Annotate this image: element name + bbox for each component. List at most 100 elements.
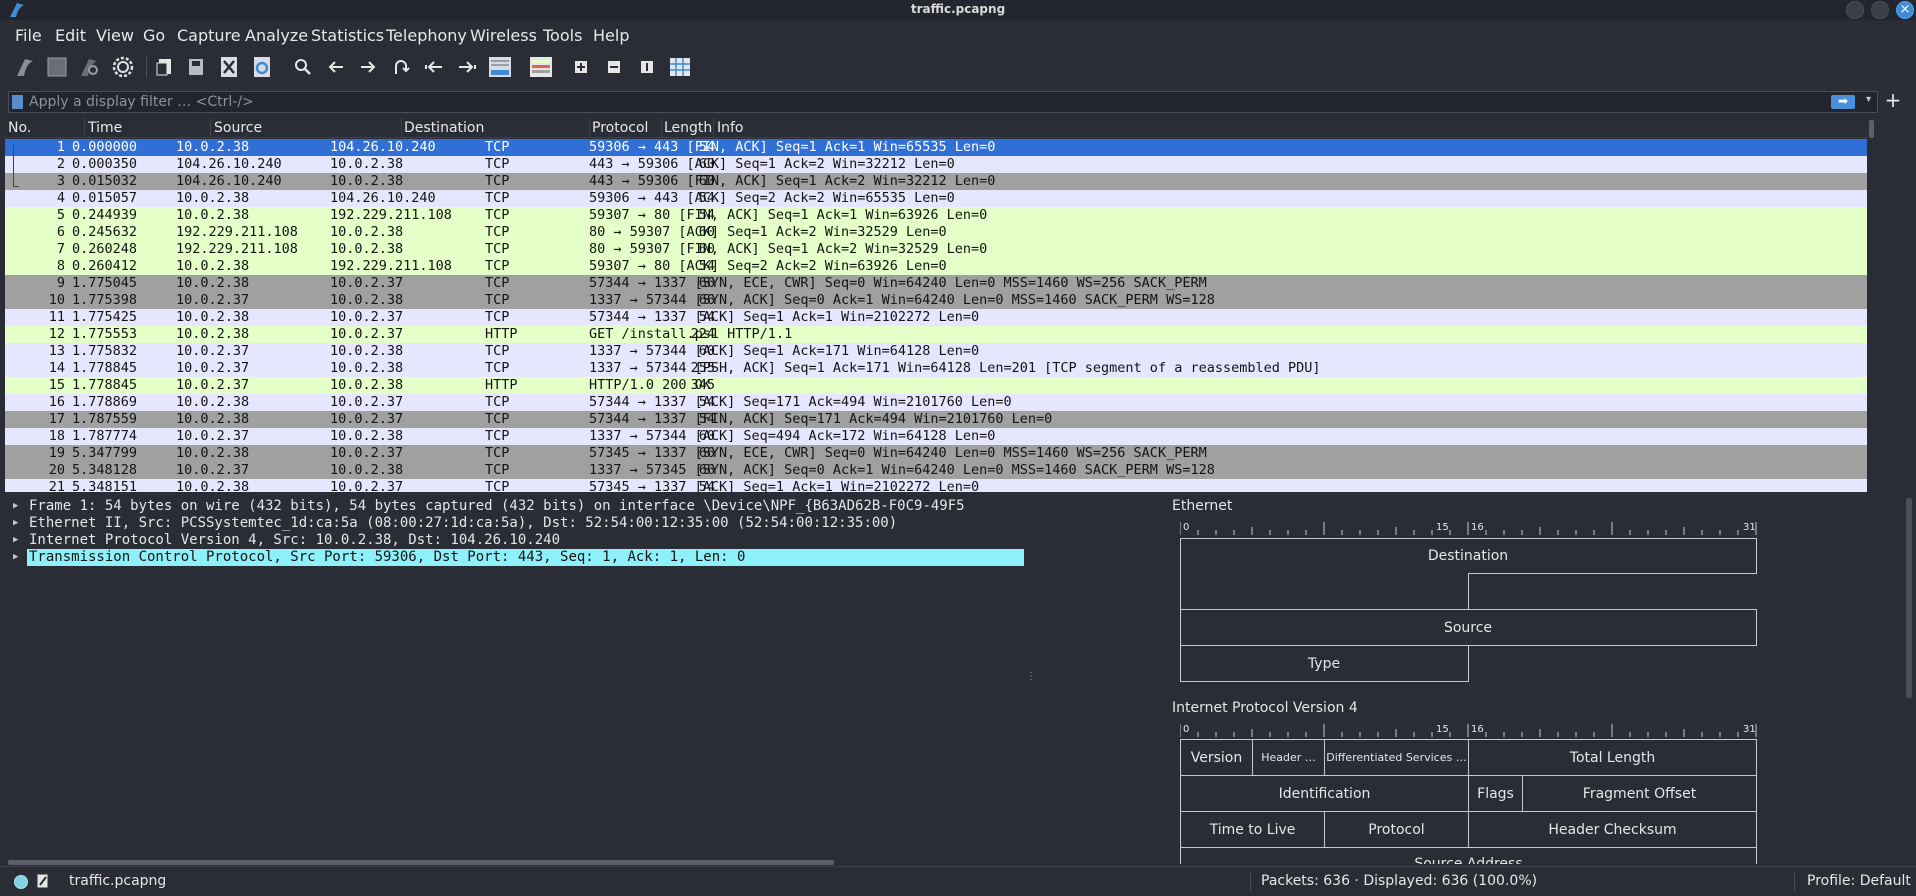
status-profile[interactable]: Profile: Default xyxy=(1807,873,1911,889)
field-protocol[interactable]: Protocol xyxy=(1324,811,1469,848)
field-fragment-offset[interactable]: Fragment Offset xyxy=(1522,775,1757,812)
column-header-info[interactable]: Info xyxy=(717,120,744,136)
filter-bookmark-icon[interactable] xyxy=(12,95,23,109)
go-first-packet-icon[interactable] xyxy=(421,54,447,80)
expand-arrow-icon[interactable]: ▶ xyxy=(13,549,18,566)
expand-arrow-icon[interactable]: ▶ xyxy=(13,498,18,515)
menu-edit[interactable]: Edit xyxy=(55,26,86,45)
field-time-to-live[interactable]: Time to Live xyxy=(1180,811,1325,848)
packet-row[interactable]: 3 0.015032 104.26.10.240 10.0.2.38 TCP 60 443 … xyxy=(5,173,1867,190)
menu-tools[interactable]: Tools xyxy=(543,26,582,45)
packet-row[interactable]: 11 1.775425 10.0.2.38 10.0.2.37 TCP 54 57344 →… xyxy=(5,309,1867,326)
column-header-time[interactable]: Time xyxy=(88,120,122,136)
menu-capture[interactable]: Capture xyxy=(177,26,241,45)
column-header-length[interactable]: Length xyxy=(664,120,712,136)
tree-item-ethernet[interactable]: ▶ Ethernet II, Src: PCSSystemtec_1d:ca:5… xyxy=(5,515,1025,532)
find-packet-search-icon[interactable] xyxy=(290,54,316,80)
packet-row[interactable]: 10 1.775398 10.0.2.37 10.0.2.38 TCP 66 1337 → … xyxy=(5,292,1867,309)
field-identification[interactable]: Identification xyxy=(1180,775,1469,812)
colorize-packet-list-icon[interactable] xyxy=(528,54,554,80)
packet-row[interactable]: 12 1.775553 10.0.2.38 10.0.2.37 HTTP 224 GET /… xyxy=(5,326,1867,343)
field-version[interactable]: Version xyxy=(1180,739,1253,776)
resize-columns-icon[interactable] xyxy=(667,54,693,80)
field-flags[interactable]: Flags xyxy=(1468,775,1523,812)
packet-row[interactable]: 5 0.244939 10.0.2.38 192.229.211.108 TCP 54 59… xyxy=(5,207,1867,224)
packet-row[interactable]: 15 1.778845 10.0.2.37 10.0.2.38 HTTP 345 HTTP/… xyxy=(5,377,1867,394)
go-last-packet-icon[interactable] xyxy=(454,54,480,80)
packet-protocol: HTTP xyxy=(485,377,518,393)
tree-item-frame[interactable]: ▶ Frame 1: 54 bytes on wire (432 bits), … xyxy=(5,498,1025,515)
packet-row[interactable]: 6 0.245632 192.229.211.108 10.0.2.38 TCP 60 80… xyxy=(5,224,1867,241)
go-back-arrow-icon[interactable] xyxy=(323,54,349,80)
packet-list-scrollbar[interactable] xyxy=(1868,118,1876,492)
packet-row[interactable]: 16 1.778869 10.0.2.38 10.0.2.37 TCP 54 57344 →… xyxy=(5,394,1867,411)
packet-info: 59307 → 80 [ACK] Seq=2 Ack=2 Win=63926 L… xyxy=(589,258,947,274)
expand-arrow-icon[interactable]: ▶ xyxy=(13,532,18,549)
packet-row[interactable]: 7 0.260248 192.229.211.108 10.0.2.38 TCP 60 80… xyxy=(5,241,1867,258)
field-total-length[interactable]: Total Length xyxy=(1468,739,1757,776)
field-header-checksum[interactable]: Header Checksum xyxy=(1468,811,1757,848)
packet-row[interactable]: 8 0.260412 10.0.2.38 192.229.211.108 TCP 54 59… xyxy=(5,258,1867,275)
column-header-source[interactable]: Source xyxy=(214,120,262,136)
filter-history-dropdown-icon[interactable]: ▾ xyxy=(1866,94,1871,105)
go-forward-arrow-icon[interactable] xyxy=(355,54,381,80)
open-file-icon[interactable] xyxy=(152,54,178,80)
column-header-destination[interactable]: Destination xyxy=(404,120,484,136)
packet-row[interactable]: 2 0.000350 104.26.10.240 10.0.2.38 TCP 60 443 … xyxy=(5,156,1867,173)
apply-filter-arrow-icon[interactable]: ➡ xyxy=(1831,95,1855,109)
field-source-address[interactable]: Source Address xyxy=(1180,847,1757,864)
menu-wireless[interactable]: Wireless xyxy=(470,26,537,45)
tree-item-tcp[interactable]: ▶ Transmission Control Protocol, Src Por… xyxy=(5,549,1025,566)
details-horizontal-scrollbar[interactable] xyxy=(8,860,834,865)
packet-destination: 10.0.2.38 xyxy=(330,241,404,257)
autoscroll-icon[interactable] xyxy=(487,54,513,80)
field-dscp[interactable]: Differentiated Services … xyxy=(1324,739,1469,776)
stop-capture-icon[interactable] xyxy=(44,54,70,80)
start-capture-icon[interactable] xyxy=(12,54,38,80)
close-file-icon[interactable] xyxy=(216,54,242,80)
packet-destination: 10.0.2.37 xyxy=(330,309,404,325)
close-button[interactable]: × xyxy=(1896,1,1914,19)
normal-size-icon[interactable] xyxy=(634,54,660,80)
menu-statistics[interactable]: Statistics xyxy=(311,26,384,45)
restart-capture-icon[interactable] xyxy=(76,54,102,80)
field-source[interactable]: Source xyxy=(1180,620,1756,636)
expand-arrow-icon[interactable]: ▶ xyxy=(13,515,18,532)
add-filter-button-plus-icon[interactable]: + xyxy=(1882,89,1904,111)
capture-comment-edit-icon[interactable] xyxy=(37,874,49,889)
field-type[interactable]: Type xyxy=(1180,656,1468,672)
packet-row[interactable]: 9 1.775045 10.0.2.38 10.0.2.37 TCP 66 57344 → … xyxy=(5,275,1867,292)
diagram-scrollbar[interactable] xyxy=(1906,498,1912,698)
packet-row[interactable]: 19 5.347799 10.0.2.38 10.0.2.37 TCP 66 57345 →… xyxy=(5,445,1867,462)
reload-file-icon[interactable] xyxy=(249,54,275,80)
field-destination[interactable]: Destination xyxy=(1180,548,1756,564)
display-filter-input[interactable] xyxy=(29,93,1809,111)
column-header-protocol[interactable]: Protocol xyxy=(592,120,648,136)
packet-row[interactable]: 4 0.015057 10.0.2.38 104.26.10.240 TCP 54 5930… xyxy=(5,190,1867,207)
column-header-no[interactable]: No. xyxy=(8,120,31,136)
maximize-button[interactable] xyxy=(1871,1,1889,19)
go-to-packet-icon[interactable] xyxy=(388,54,414,80)
field-header-length[interactable]: Header … xyxy=(1252,739,1325,776)
zoom-in-icon[interactable] xyxy=(568,54,594,80)
packet-row[interactable]: 18 1.787774 10.0.2.37 10.0.2.38 TCP 60 1337 → … xyxy=(5,428,1867,445)
zoom-out-icon[interactable] xyxy=(601,54,627,80)
menu-view[interactable]: View xyxy=(96,26,134,45)
packet-row[interactable]: 20 5.348128 10.0.2.37 10.0.2.38 TCP 66 1337 → … xyxy=(5,462,1867,479)
packet-row[interactable]: 17 1.787559 10.0.2.38 10.0.2.37 TCP 54 57344 →… xyxy=(5,411,1867,428)
packet-row[interactable]: 1 0.000000 10.0.2.38 104.26.10.240 TCP 54 5930… xyxy=(5,139,1867,156)
packet-info: 57344 → 1337 [FIN, ACK] Seq=171 Ack=494 … xyxy=(589,411,1053,427)
menu-help[interactable]: Help xyxy=(593,26,629,45)
tree-item-ipv4[interactable]: ▶ Internet Protocol Version 4, Src: 10.0… xyxy=(5,532,1025,549)
packet-row[interactable]: 14 1.778845 10.0.2.37 10.0.2.38 TCP 255 1337 →… xyxy=(5,360,1867,377)
menu-analyze[interactable]: Analyze xyxy=(245,26,308,45)
packet-row[interactable]: 13 1.775832 10.0.2.37 10.0.2.38 TCP 60 1337 → … xyxy=(5,343,1867,360)
capture-options-gear-icon[interactable] xyxy=(110,54,136,80)
menu-file[interactable]: File xyxy=(15,26,42,45)
minimize-button[interactable] xyxy=(1846,1,1864,19)
packet-row[interactable]: 21 5.348151 10.0.2.38 10.0.2.37 TCP 54 57345 →… xyxy=(5,479,1867,492)
save-file-icon[interactable] xyxy=(183,54,209,80)
menu-go[interactable]: Go xyxy=(143,26,165,45)
expert-info-status-icon[interactable] xyxy=(14,875,28,889)
menu-telephony[interactable]: Telephony xyxy=(386,26,467,45)
